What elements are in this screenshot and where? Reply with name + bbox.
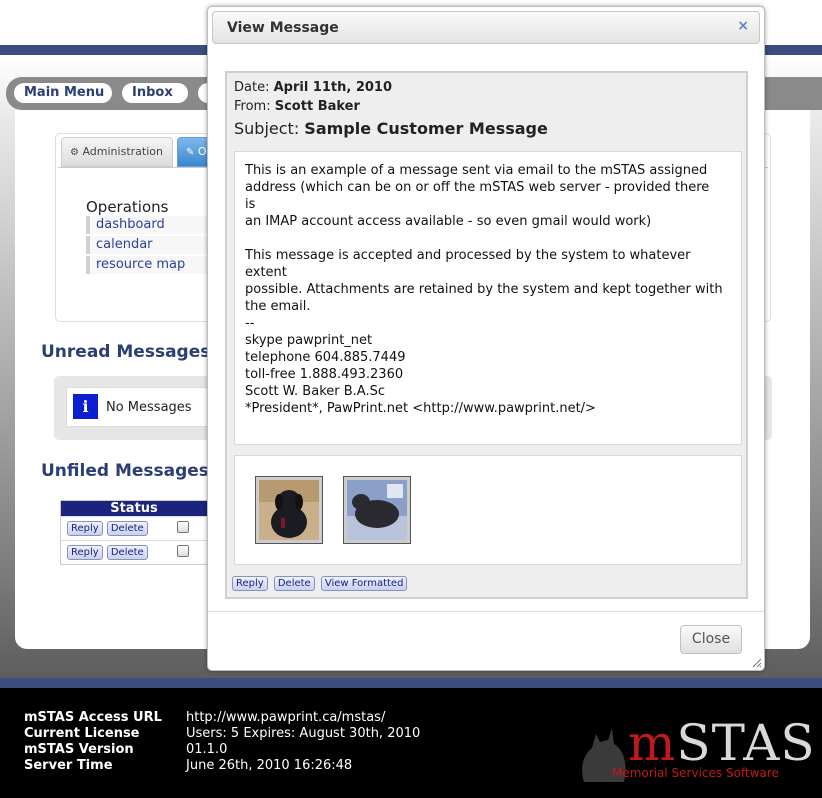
inbox-button[interactable]: Inbox [122,83,188,103]
mstas-logo: mSTAS Memorial Services Software [578,716,815,786]
footer-version-value: 01.1.0 [186,742,228,757]
reply-button[interactable]: Reply [232,576,268,591]
delete-button[interactable]: Delete [106,545,148,560]
from-value: Scott Baker [274,99,360,114]
message-body: This is an example of a message sent via… [234,151,742,445]
no-messages-text: No Messages [106,400,192,415]
message-actions: Reply Delete View Formatted [232,572,409,591]
dialog-title: View Message [227,20,339,36]
row-checkbox[interactable] [177,521,189,533]
date-value: April 11th, 2010 [273,80,393,95]
link-resource-map[interactable]: resource map [86,256,208,274]
unfiled-messages-title: Unfiled Messages [41,461,209,481]
link-dashboard[interactable]: dashboard [86,216,208,234]
status-column-header: Status [61,501,207,516]
reply-button[interactable]: Reply [67,545,103,560]
tab-label: O [197,145,207,158]
message-container: Date: April 11th, 2010 From: Scott Baker… [225,71,748,599]
tab-label: Administration [82,145,163,158]
attachment-thumbnail[interactable] [255,476,323,544]
delete-button[interactable]: Delete [106,521,148,536]
resize-grip-icon[interactable] [750,656,762,668]
view-formatted-button[interactable]: View Formatted [320,576,408,591]
footer-time-value: June 26th, 2010 16:26:48 [186,758,353,773]
reply-button[interactable]: Reply [67,521,103,536]
main-menu-button[interactable]: Main Menu [14,83,112,103]
footer-url-value: http://www.pawprint.ca/mstas/ [186,710,386,725]
row-checkbox[interactable] [177,545,189,557]
wrench-icon: ✎ [186,147,195,158]
dog-photo-icon [259,480,319,540]
gear-icon: ⚙ [70,147,79,158]
operations-title: Operations [86,198,169,216]
logo-m: m [628,714,677,772]
logo-subtitle: Memorial Services Software [612,766,779,780]
dog-photo-icon [347,480,407,540]
link-calendar[interactable]: calendar [86,236,208,254]
logo-stas: STAS [676,714,816,772]
subject-value: Sample Customer Message [304,119,548,138]
table-row: Reply Delete [61,516,207,540]
dialog-titlebar[interactable]: View Message × [212,11,760,44]
footer-url-label: mSTAS Access URL [24,710,162,725]
footer-version-label: mSTAS Version [24,742,134,757]
date-label: Date: [234,80,270,95]
delete-button[interactable]: Delete [273,576,315,591]
message-date: Date: April 11th, 2010 [234,80,392,95]
info-icon: i [73,394,98,419]
attachments-panel [234,455,742,565]
footer-license-value: Users: 5 Expires: August 30th, 2010 [186,726,421,741]
unread-messages-title: Unread Messages [41,342,211,362]
message-body-text: This is an example of a message sent via… [245,163,723,416]
footer-license-label: Current License [24,726,140,741]
footer-time-label: Server Time [24,758,113,773]
dialog-divider [208,611,764,612]
logo-wordmark: mSTAS [628,716,816,770]
view-message-dialog: View Message × Date: April 11th, 2010 Fr… [207,6,765,671]
table-row: Reply Delete [61,540,207,564]
from-label: From: [234,99,271,114]
close-icon[interactable]: × [737,18,749,34]
close-button[interactable]: Close [680,625,742,654]
subject-label: Subject: [234,119,300,138]
info-message: i No Messages [66,387,226,427]
message-subject: Subject: Sample Customer Message [234,119,548,138]
message-from: From: Scott Baker [234,99,360,114]
unfiled-messages-table: Status Reply Delete Reply Delete [60,500,208,565]
tab-administration[interactable]: ⚙ Administration [61,137,173,167]
attachment-thumbnail[interactable] [343,476,411,544]
